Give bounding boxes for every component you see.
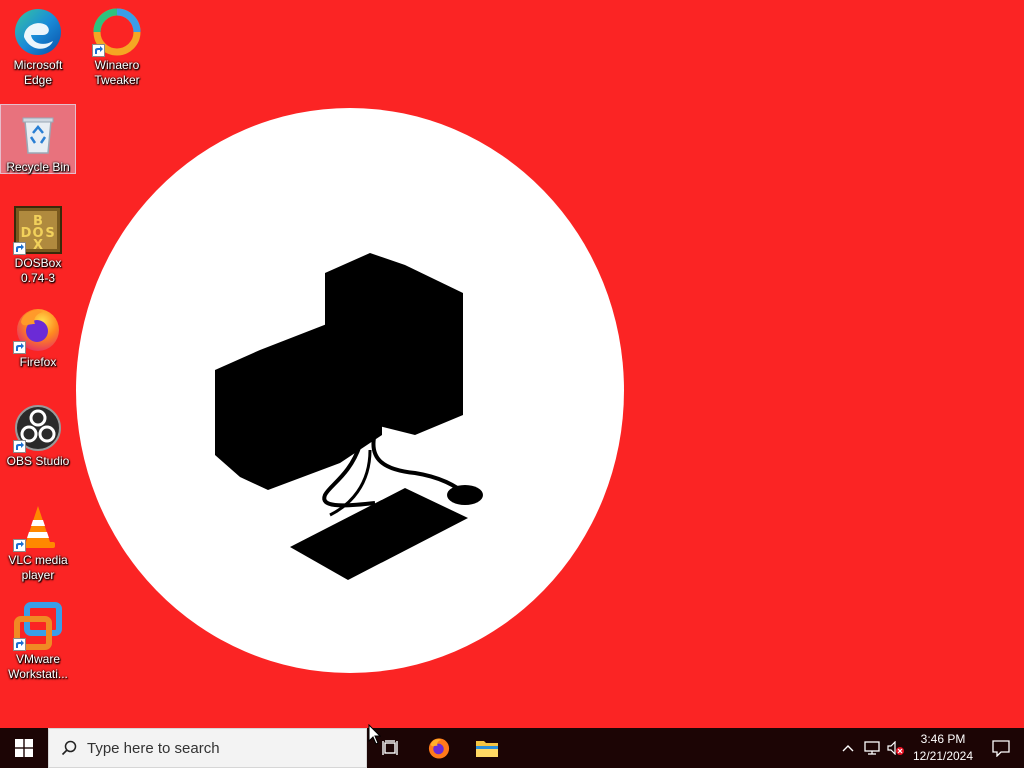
svg-text:S: S [45, 226, 54, 241]
clock-time: 3:46 PM [920, 732, 966, 746]
desktop[interactable]: Microsoft Edge Winaero Tweaker Recycle B… [0, 0, 1024, 728]
recycle-bin-icon [13, 109, 63, 159]
svg-text:X: X [33, 238, 43, 253]
computer-illustration [215, 253, 483, 580]
search-icon [61, 740, 77, 756]
start-button[interactable] [0, 728, 48, 768]
windows-logo-icon [15, 739, 33, 757]
shortcut-arrow-icon [13, 341, 26, 354]
shortcut-arrow-icon [13, 638, 26, 651]
search-placeholder: Type here to search [87, 739, 220, 757]
desktop-icon-vmware-workstation[interactable]: VMware Workstati... [0, 596, 76, 690]
desktop-icon-label: DOSBox 0.74-3 [14, 256, 62, 285]
action-center-button[interactable] [978, 728, 1024, 768]
desktop-icon-label: Firefox [19, 355, 57, 369]
folder-icon [476, 741, 498, 757]
notification-icon [992, 740, 1010, 757]
taskbar: Type here to search 3:46 PM 12/21/2024 [0, 728, 1024, 768]
shortcut-arrow-icon [13, 440, 26, 453]
show-hidden-icons-button[interactable] [836, 728, 860, 768]
svg-text:D: D [21, 226, 32, 241]
edge-icon [13, 7, 63, 57]
desktop-icon-vlc[interactable]: VLC media player [0, 497, 76, 591]
obs-studio-icon [13, 403, 63, 453]
vmware-icon [13, 601, 63, 651]
task-view-icon [382, 740, 398, 755]
dosbox-icon: B D O S X [13, 205, 63, 255]
desktop-icon-label: VMware Workstati... [8, 652, 68, 681]
search-box[interactable]: Type here to search [48, 728, 367, 768]
desktop-icon-label: Microsoft Edge [13, 58, 63, 87]
volume-button[interactable] [884, 728, 908, 768]
desktop-icon-label: VLC media player [8, 553, 68, 582]
chevron-up-icon [842, 745, 854, 752]
desktop-icon-label: Winaero Tweaker [94, 58, 140, 87]
winaero-tweaker-icon [92, 7, 142, 57]
firefox-icon [13, 304, 63, 354]
shortcut-arrow-icon [13, 242, 26, 255]
network-icon [864, 741, 880, 755]
shortcut-arrow-icon [13, 539, 26, 552]
desktop-icon-dosbox[interactable]: B D O S X DOSBox 0.74-3 [0, 200, 76, 294]
taskbar-firefox-button[interactable] [415, 728, 463, 768]
desktop-icon-recycle-bin[interactable]: Recycle Bin [0, 104, 76, 174]
clock[interactable]: 3:46 PM 12/21/2024 [908, 728, 978, 768]
network-button[interactable] [860, 728, 884, 768]
desktop-icon-label: OBS Studio [6, 454, 70, 468]
shortcut-arrow-icon [92, 44, 105, 57]
desktop-icon-label: Recycle Bin [6, 160, 70, 174]
system-tray: 3:46 PM 12/21/2024 [836, 728, 1024, 768]
taskbar-file-explorer-button[interactable] [463, 728, 511, 768]
desktop-icon-obs-studio[interactable]: OBS Studio [0, 398, 76, 492]
desktop-icon-firefox[interactable]: Firefox [0, 299, 76, 393]
vlc-icon [13, 502, 63, 552]
desktop-icon-microsoft-edge[interactable]: Microsoft Edge [0, 2, 76, 96]
volume-muted-icon [887, 741, 904, 755]
clock-date: 12/21/2024 [912, 749, 974, 763]
mouse-cursor-icon [368, 724, 382, 745]
desktop-icon-winaero-tweaker[interactable]: Winaero Tweaker [79, 2, 155, 96]
firefox-icon [428, 738, 450, 759]
